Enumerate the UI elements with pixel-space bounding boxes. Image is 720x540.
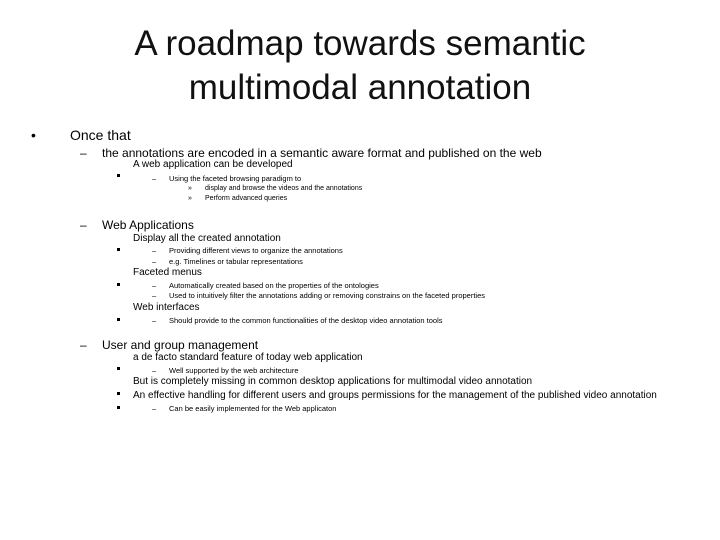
- list-item-level3: A web application can be developed: [133, 159, 293, 170]
- list-item-level2: Web Applications: [102, 218, 194, 232]
- bullet-dash-icon: –: [152, 281, 157, 290]
- title-line-2: multimodal annotation: [188, 68, 532, 107]
- list-item-level3: Display all the created annotation: [133, 233, 281, 244]
- bullet-dash-icon: –: [80, 218, 87, 232]
- list-item-level2: the annotations are encoded in a semanti…: [102, 146, 542, 160]
- list-item-level4: Should provide to the common functionali…: [169, 316, 443, 325]
- list-item-level3: Faceted menus: [133, 267, 202, 278]
- list-item-level4: Used to intuitively filter the annotatio…: [169, 291, 486, 300]
- list-item-level3: But is completely missing in common desk…: [133, 376, 533, 387]
- title-line-1: A roadmap towards semantic: [134, 24, 586, 63]
- bullet-square-icon: [117, 164, 120, 182]
- bullet-dash-icon: –: [152, 316, 157, 325]
- list-item-level4: Using the faceted browsing paradigm to: [169, 174, 302, 183]
- bullet-dash-icon: –: [152, 174, 157, 183]
- list-item-level4: Automatically created based on the prope…: [169, 281, 379, 290]
- bullet-square-icon: [117, 238, 120, 256]
- list-item-level3: a de facto standard feature of today web…: [133, 352, 363, 363]
- list-item-level3: An effective handling for different user…: [133, 390, 657, 401]
- list-item-level4: Well supported by the web architecture: [169, 366, 299, 375]
- bullet-dash-icon: –: [152, 246, 157, 255]
- bullet-chevron-icon: »: [188, 195, 192, 202]
- bullet-square-icon: [117, 273, 120, 291]
- bullet-square-icon: [117, 308, 120, 326]
- bullet-square-icon: [117, 357, 120, 375]
- list-item-level1: Once that: [70, 127, 131, 143]
- list-item-level4: e.g. Timelines or tabular representation…: [169, 257, 303, 266]
- list-item-level5: display and browse the videos and the an…: [205, 185, 363, 192]
- list-item-level5: Perform advanced queries: [205, 195, 288, 202]
- list-item-level4: Providing different views to organize th…: [169, 246, 343, 255]
- bullet-dash-icon: –: [152, 291, 157, 300]
- bullet-chevron-icon: »: [188, 185, 192, 192]
- bullet-dot-icon: •: [31, 127, 36, 143]
- bullet-dash-icon: –: [152, 366, 157, 375]
- bullet-dash-icon: –: [152, 404, 157, 413]
- bullet-square-icon: [117, 396, 120, 414]
- bullet-dash-icon: –: [152, 257, 157, 266]
- bullet-dash-icon: –: [80, 338, 87, 352]
- list-item-level3: Web interfaces: [133, 302, 200, 313]
- bullet-dash-icon: –: [80, 146, 87, 160]
- list-item-level4: Can be easily implemented for the Web ap…: [169, 404, 337, 413]
- list-item-level2: User and group management: [102, 338, 259, 352]
- slide-title: A roadmap towards semantic multimodal an…: [0, 22, 720, 110]
